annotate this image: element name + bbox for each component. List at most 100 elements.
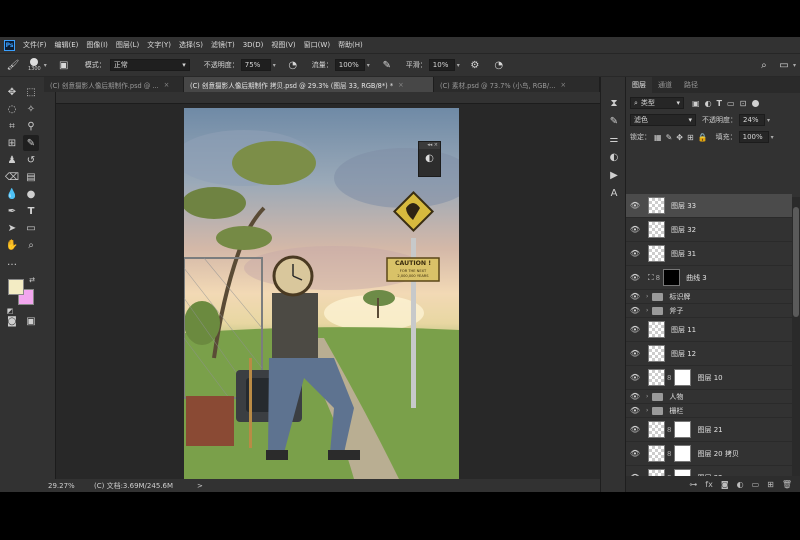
pen-tool-icon[interactable]: ✒ — [4, 203, 20, 219]
path-select-tool-icon[interactable]: ➤ — [4, 220, 20, 236]
airbrush-icon[interactable]: ✎ — [380, 58, 394, 72]
layer-row[interactable]: 👁 图层 32 — [626, 218, 792, 242]
link-icon[interactable]: 8 — [667, 374, 671, 382]
clone-stamp-tool-icon[interactable]: ♟ — [4, 152, 20, 168]
visibility-eye-icon[interactable]: 👁 — [626, 449, 644, 458]
filter-kind-select[interactable]: ⌕ 类型 ▾ — [630, 97, 684, 109]
layer-thumbnail[interactable] — [648, 197, 665, 214]
quick-mask-icon[interactable]: ◙ — [4, 313, 20, 329]
healing-brush-tool-icon[interactable]: ⊞ — [4, 135, 20, 151]
lock-pixels-icon[interactable]: ✎ — [666, 133, 673, 142]
chevron-right-icon[interactable]: › — [646, 293, 648, 300]
smoothing-field[interactable]: 10% — [428, 59, 455, 71]
chevron-down-icon[interactable]: ▾ — [793, 62, 796, 69]
link-icon[interactable]: 8 — [667, 426, 671, 434]
layer-row[interactable]: 👁 8 图层 10 — [626, 366, 792, 390]
visibility-eye-icon[interactable]: 👁 — [626, 325, 644, 334]
fill-field[interactable]: 100% — [738, 131, 769, 143]
gradient-tool-icon[interactable]: ▤ — [23, 169, 39, 185]
layer-thumbnail[interactable] — [648, 345, 665, 362]
blend-mode-select[interactable]: 滤色 ▾ — [630, 114, 696, 126]
layer-row[interactable]: 👁 8 图层 21 — [626, 418, 792, 442]
zoom-tool-icon[interactable]: ⌕ — [23, 237, 39, 253]
eraser-tool-icon[interactable]: ⌫ — [4, 169, 20, 185]
dodge-tool-icon[interactable]: ● — [23, 186, 39, 202]
tab-document-2[interactable]: (C) 创意摄影人像后期制作 拷贝.psd @ 29.3% (图层 33, RG… — [184, 77, 434, 92]
chevron-down-icon[interactable]: ▾ — [771, 134, 774, 141]
layer-thumbnail[interactable] — [648, 245, 665, 262]
flow-field[interactable]: 100% — [334, 59, 365, 71]
layer-mask-thumbnail[interactable] — [674, 421, 692, 438]
tab-document-3[interactable]: (C) 素材.psd @ 73.7% (小鸟, RGB/... × — [434, 77, 600, 92]
layer-group-row[interactable]: 👁 › 人物 — [626, 390, 792, 404]
close-icon[interactable]: × — [398, 81, 404, 89]
visibility-eye-icon[interactable]: 👁 — [626, 349, 644, 358]
brush-tool-icon[interactable]: ✎ — [23, 135, 39, 151]
gear-icon[interactable]: ⚙ — [468, 58, 482, 72]
menu-file[interactable]: 文件(F) — [23, 40, 47, 50]
menu-window[interactable]: 窗口(W) — [304, 40, 330, 50]
tab-paths[interactable]: 路径 — [678, 77, 704, 93]
mini-panel-header[interactable]: ◂◂ × — [419, 142, 440, 149]
hand-tool-icon[interactable]: ✋ — [4, 237, 20, 253]
chevron-down-icon[interactable]: ▾ — [767, 117, 770, 124]
visibility-eye-icon[interactable]: 👁 — [626, 373, 644, 382]
visibility-eye-icon[interactable]: 👁 — [626, 406, 644, 415]
visibility-eye-icon[interactable]: 👁 — [626, 392, 644, 401]
close-icon[interactable]: × — [164, 81, 170, 89]
visibility-eye-icon[interactable]: 👁 — [626, 292, 644, 301]
pressure-size-icon[interactable]: ◔ — [492, 58, 506, 72]
history-icon[interactable]: ⧗ — [606, 95, 622, 111]
layer-mask-thumbnail[interactable] — [674, 369, 692, 386]
close-icon[interactable]: × — [560, 81, 566, 89]
shape-tool-icon[interactable]: ▭ — [23, 220, 39, 236]
lock-position-icon[interactable]: ✥ — [676, 133, 683, 142]
history-brush-tool-icon[interactable]: ↺ — [23, 152, 39, 168]
blur-tool-icon[interactable]: 💧 — [4, 186, 20, 202]
link-layers-icon[interactable]: ⊶ — [689, 480, 697, 489]
layer-group-row[interactable]: 👁 › 斧子 — [626, 304, 792, 318]
document-canvas[interactable]: CAUTION ! FOR THE NEXT 2,000,000 YEARS ◂… — [184, 108, 459, 479]
crop-tool-icon[interactable]: ⌗ — [4, 118, 20, 134]
marquee-tool-icon[interactable]: ⬚ — [23, 84, 39, 100]
move-tool-icon[interactable]: ✥ — [4, 84, 20, 100]
vertical-ruler[interactable] — [44, 92, 56, 479]
status-menu-arrow[interactable]: > — [197, 482, 203, 490]
lasso-tool-icon[interactable]: ◌ — [4, 101, 20, 117]
mini-panel-icon[interactable]: ◐ — [419, 153, 440, 164]
menu-view[interactable]: 视图(V) — [271, 40, 295, 50]
layer-group-row[interactable]: 👁 › 栅栏 — [626, 404, 792, 418]
properties-icon[interactable]: ⚌ — [606, 131, 622, 147]
link-icon[interactable]: 8 — [667, 450, 671, 458]
scrollbar-thumb[interactable] — [793, 207, 799, 317]
new-layer-icon[interactable]: ⊞ — [767, 480, 774, 489]
layer-thumbnail[interactable] — [648, 445, 665, 462]
filter-pixel-icon[interactable]: ▣ — [692, 99, 700, 108]
menu-edit[interactable]: 编辑(E) — [55, 40, 79, 50]
menu-layer[interactable]: 图层(L) — [116, 40, 139, 50]
mode-select[interactable]: 正常 ▾ — [109, 59, 190, 71]
brush-settings-icon[interactable]: ▣ — [57, 58, 71, 72]
swap-colors-icon[interactable]: ⇄ — [24, 272, 40, 288]
filter-toggle-icon[interactable] — [752, 99, 760, 107]
layer-thumbnail[interactable] — [648, 221, 665, 238]
new-group-icon[interactable]: ▭ — [752, 480, 760, 489]
pressure-opacity-icon[interactable]: ◔ — [286, 58, 300, 72]
filter-shape-icon[interactable]: ▭ — [727, 99, 735, 108]
workspace-switcher-icon[interactable]: ▭ — [777, 58, 791, 72]
layer-group-row[interactable]: 👁 › 标识牌 — [626, 290, 792, 304]
lock-all-icon[interactable]: 🔒 — [698, 133, 708, 142]
filter-type-icon[interactable]: T — [717, 99, 722, 108]
layer-mask-thumbnail[interactable] — [663, 269, 681, 286]
visibility-eye-icon[interactable]: 👁 — [626, 273, 644, 282]
chevron-right-icon[interactable]: › — [646, 407, 648, 414]
adjustments-icon[interactable]: ◐ — [606, 149, 622, 165]
brush-settings-icon[interactable]: ✎ — [606, 113, 622, 129]
chevron-down-icon[interactable]: ▾ — [44, 62, 47, 69]
new-adjustment-icon[interactable]: ◐ — [737, 480, 744, 489]
visibility-eye-icon[interactable]: 👁 — [626, 225, 644, 234]
delete-layer-icon[interactable]: 🗑 — [782, 480, 792, 489]
visibility-eye-icon[interactable]: 👁 — [626, 249, 644, 258]
fx-icon[interactable]: fx — [705, 480, 713, 489]
link-icon[interactable]: 8 — [656, 274, 660, 282]
